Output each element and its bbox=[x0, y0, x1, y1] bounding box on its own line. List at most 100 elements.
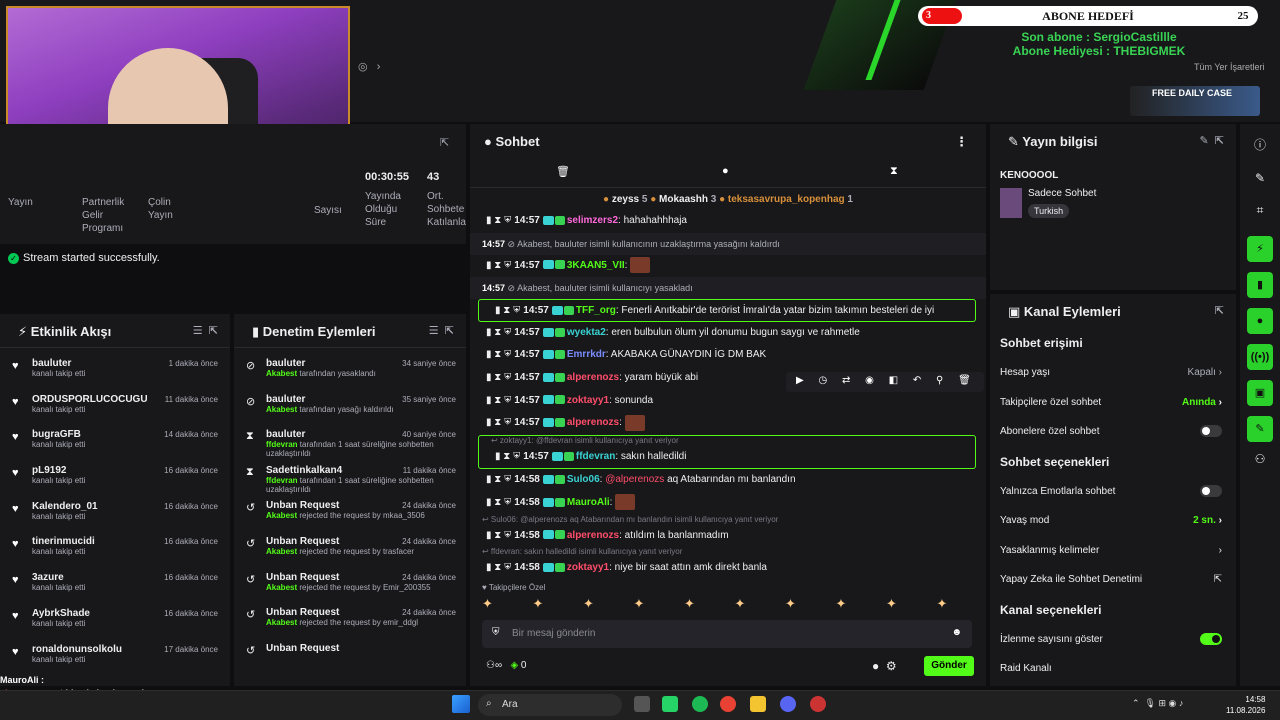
pin-icon[interactable]: ▮ ⧗ ⛨ bbox=[486, 260, 511, 271]
task-view-icon[interactable] bbox=[634, 696, 650, 712]
windows-start-icon[interactable] bbox=[452, 695, 470, 713]
show-viewers-row[interactable]: İzlenme sayısını göster bbox=[990, 625, 1236, 655]
pin-icon[interactable]: ▮ ⧗ ⛨ bbox=[486, 395, 511, 406]
chat-username[interactable]: ffdevran bbox=[576, 451, 615, 462]
pin-icon[interactable]: ▮ ⧗ ⛨ bbox=[495, 451, 520, 462]
mod-target-name[interactable]: Unban Request bbox=[266, 643, 466, 654]
raid-row[interactable]: Raid Kanalı bbox=[990, 654, 1236, 684]
system-tray[interactable]: ⌃ 🎙 ⊞ ◉ ♪ bbox=[1132, 698, 1183, 709]
emote-only-row[interactable]: Yalnızca Emotlarla sohbet bbox=[990, 477, 1236, 507]
chat-settings-icons[interactable]: ● ⚙ bbox=[872, 659, 897, 673]
emote-only-toggle[interactable] bbox=[1200, 477, 1222, 507]
chat-username[interactable]: zoktayy1 bbox=[567, 562, 609, 573]
chat-username[interactable]: zoktayy1 bbox=[567, 395, 609, 406]
mention[interactable]: @alperenozs bbox=[605, 474, 664, 485]
doc-icon[interactable]: ▮ bbox=[1247, 272, 1273, 298]
info-icon[interactable]: ⓘ bbox=[1240, 136, 1280, 153]
gifter-name[interactable]: zeyss bbox=[612, 194, 639, 205]
bolt-icon[interactable]: ⚡ bbox=[1247, 236, 1273, 262]
broadcast-icon[interactable]: ((•)) bbox=[1247, 344, 1273, 370]
trash-icon[interactable]: 🗑 bbox=[556, 165, 570, 178]
stream-tag[interactable]: Turkish bbox=[1028, 204, 1070, 218]
chat-points[interactable]: ⚇∞ ◈ 0 bbox=[486, 660, 526, 671]
chat-username[interactable]: MauroAli bbox=[567, 497, 610, 508]
chat-message[interactable]: ▮ ⧗ ⛨ 14:57 selimzers2: hahahahhhaja bbox=[470, 210, 986, 233]
send-button[interactable]: Gönder bbox=[924, 656, 974, 676]
pin-icon[interactable]: ▮ ⧗ ⛨ bbox=[495, 305, 520, 316]
chat-message[interactable]: ▮ ⧗ ⛨ 14:57 zoktayy1: sonunda bbox=[470, 390, 986, 413]
app-icon[interactable] bbox=[810, 696, 826, 712]
pin-icon[interactable]: ▮ ⧗ ⛨ bbox=[486, 215, 511, 226]
chat-username[interactable]: 3KAAN5_VII bbox=[567, 260, 625, 271]
slow-mode-row[interactable]: Yavaş mod 2 sn. › bbox=[990, 506, 1236, 536]
bookmarks-link[interactable]: Tüm Yer İşaretleri bbox=[1194, 62, 1265, 72]
pin-icon[interactable]: ▮ ⧗ ⛨ bbox=[486, 497, 511, 508]
gifter-name[interactable]: teksasavrupa_kopenhag bbox=[728, 194, 845, 205]
sub-only-row[interactable]: Abonelere özel sohbet bbox=[990, 417, 1236, 447]
pin-icon[interactable]: ▮ ⧗ ⛨ bbox=[486, 349, 511, 360]
chat-message[interactable]: ▮ ⧗ ⛨ 14:58 alperenozs: atıldım la banlanm… bbox=[470, 525, 986, 548]
pin-icon[interactable]: ▮ ⧗ ⛨ bbox=[486, 530, 511, 541]
discord-icon[interactable] bbox=[780, 696, 796, 712]
chat-icon[interactable]: ● bbox=[722, 165, 729, 177]
filter-icon[interactable]: ☰ ⇱ bbox=[193, 324, 218, 337]
edit-icon[interactable]: ✎ ⇱ bbox=[1199, 134, 1224, 147]
actions-icon[interactable]: ▣ bbox=[1247, 380, 1273, 406]
chat-input[interactable]: ⛨ Bir mesaj gönderin ☻ bbox=[482, 620, 972, 648]
account-age-row[interactable]: Hesap yaşı Kapalı › bbox=[990, 358, 1236, 388]
nav-icons[interactable]: ◎ › bbox=[358, 60, 380, 73]
message-mod-toolbar[interactable]: ▶ ◷ ⇄ ◉ ◧ ↶ ⚲ 🗑 bbox=[786, 372, 984, 392]
right-icon-rail: ⓘ ✎ ⌗ ⚡ ▮ ● ((•)) ▣ ✎ ⚇ bbox=[1240, 124, 1280, 686]
chrome-icon[interactable] bbox=[720, 696, 736, 712]
chat-message[interactable]: ▮ ⧗ ⛨ 14:57 wyekta2: eren bulbulun ölum yi… bbox=[470, 322, 986, 345]
show-viewers-toggle[interactable] bbox=[1200, 625, 1222, 655]
emote-row[interactable]: ✦ ✦ ✦ ✦ ✦ ✦ ✦ ✦ ✦ ✦ bbox=[482, 596, 978, 612]
chat-message[interactable]: ▮ ⧗ ⛨ 14:58 Sulo06: @alperenozs aq Atabarı… bbox=[470, 469, 986, 492]
ai-moderation-row[interactable]: Yapay Zeka ile Sohbet Denetimi ⇱ bbox=[990, 565, 1236, 595]
stream-category[interactable]: Sadece Sohbet bbox=[1028, 188, 1096, 199]
chat-username[interactable]: alperenozs bbox=[567, 417, 619, 428]
taskbar-search[interactable]: ⌕ Ara bbox=[478, 694, 622, 716]
chat-message[interactable]: ▮ ⧗ ⛨ 14:58 zoktayy1: niye bir saat attın … bbox=[470, 557, 986, 580]
pin-icon[interactable]: ▮ ⧗ ⛨ bbox=[486, 417, 511, 428]
sub-only-toggle[interactable] bbox=[1200, 417, 1222, 447]
pencil-icon[interactable]: ✎ bbox=[1240, 171, 1280, 185]
gifter-name[interactable]: Mokaashh bbox=[659, 194, 708, 205]
pin-icon[interactable]: ▮ ⧗ ⛨ bbox=[486, 327, 511, 338]
chat-username[interactable]: TFF_org bbox=[576, 305, 616, 316]
emoji-icon[interactable]: ☻ bbox=[951, 627, 962, 638]
chat-message[interactable]: ▮ ⧗ ⛨ 14:58 MauroAli: bbox=[470, 492, 986, 515]
taskbar-clock[interactable]: 14:58 11.08.2026 bbox=[1226, 694, 1265, 716]
community-icon[interactable]: ⚇ bbox=[1240, 452, 1280, 466]
channel-actions-title: Kanal Eylemleri bbox=[1023, 304, 1121, 319]
chat-message[interactable]: ▮ ⧗ ⛨ 14:57 ffdevran: sakın halledildi bbox=[479, 446, 975, 469]
chat-icon[interactable]: ● bbox=[1247, 308, 1273, 334]
chat-message[interactable]: ▮ ⧗ ⛨ 14:57 TFF_org: Fenerli Anıtkabir'de … bbox=[478, 299, 976, 322]
whatsapp-icon[interactable] bbox=[662, 696, 678, 712]
hourglass-icon[interactable]: ⧗ bbox=[890, 165, 898, 178]
pin-icon[interactable]: ▮ ⧗ ⛨ bbox=[486, 372, 511, 383]
chat-message[interactable]: ▮ ⧗ ⛨ 14:57 alperenozs: bbox=[470, 412, 986, 435]
crop-icon[interactable]: ⌗ bbox=[1240, 203, 1280, 218]
chat-username[interactable]: wyekta2 bbox=[567, 327, 606, 338]
chat-message[interactable]: ▮ ⧗ ⛨ 14:57 3KAAN5_VII: bbox=[470, 255, 986, 278]
pin-icon[interactable]: ▮ ⧗ ⛨ bbox=[486, 562, 511, 573]
popout-icon[interactable]: ⇱ bbox=[440, 136, 449, 149]
message-time: 14:57 bbox=[514, 371, 540, 383]
spotify-icon[interactable] bbox=[692, 696, 708, 712]
filter-icon[interactable]: ☰ ⇱ bbox=[429, 324, 454, 337]
banned-words-row[interactable]: Yasaklanmış kelimeler › bbox=[990, 536, 1236, 566]
follower-only-row[interactable]: Takipçilere özel sohbet Anında › bbox=[990, 388, 1236, 418]
chat-username[interactable]: alperenozs bbox=[567, 372, 619, 383]
chat-message[interactable]: ▮ ⧗ ⛨ 14:57 Emrrkdr: AKABAKA GÜNAYDIN İG D… bbox=[470, 344, 986, 367]
more-options-icon[interactable]: ⋮ bbox=[955, 134, 968, 150]
chat-username[interactable]: alperenozs bbox=[567, 530, 619, 541]
folder-icon[interactable] bbox=[750, 696, 766, 712]
wrench-icon[interactable]: ✎ bbox=[1247, 416, 1273, 442]
chat-username[interactable]: Sulo06 bbox=[567, 474, 600, 485]
free-daily-case-banner[interactable]: FREE DAILY CASE bbox=[1130, 86, 1260, 116]
popout-icon[interactable]: ⇱ bbox=[1215, 304, 1224, 317]
chat-username[interactable]: selimzers2 bbox=[567, 215, 618, 226]
pin-icon[interactable]: ▮ ⧗ ⛨ bbox=[486, 474, 511, 485]
chat-username[interactable]: Emrrkdr bbox=[567, 349, 606, 360]
